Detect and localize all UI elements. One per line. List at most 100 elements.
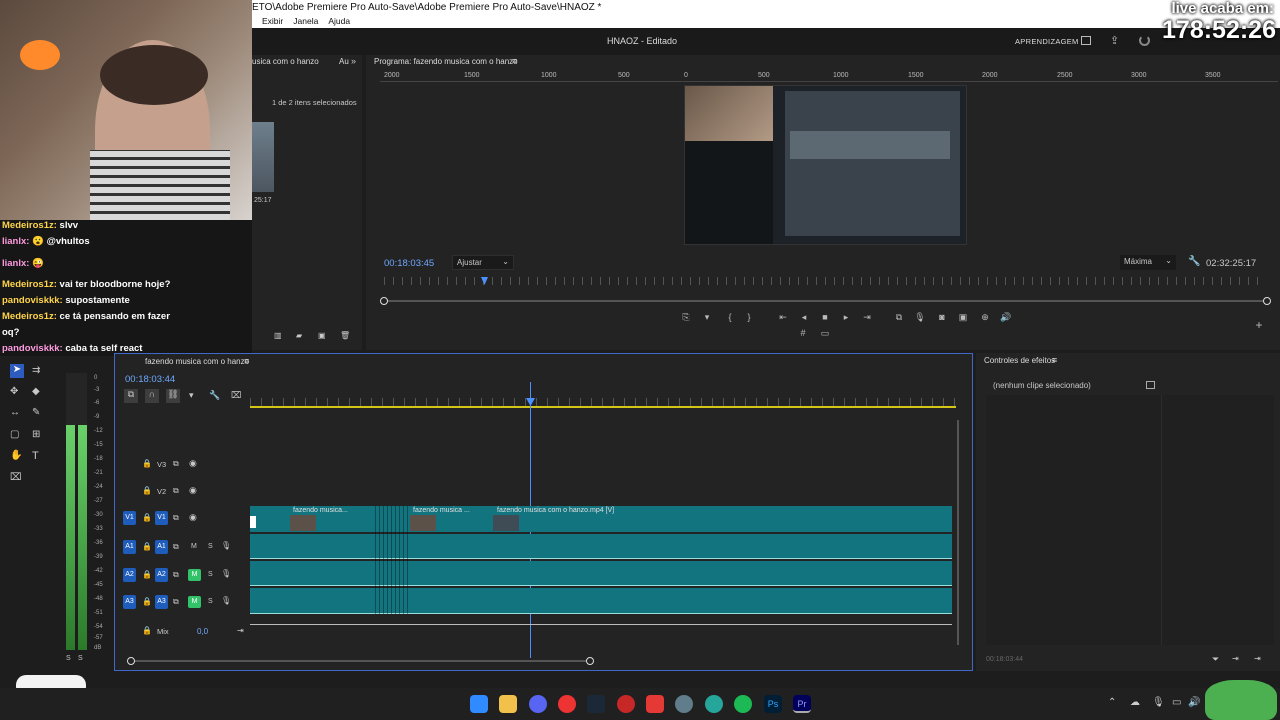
captions-icon[interactable]: ⌧ bbox=[231, 390, 241, 401]
horizontal-scrollbar[interactable] bbox=[131, 660, 591, 662]
lock-icon[interactable]: 🔒 bbox=[142, 597, 152, 606]
menu-icon[interactable]: ≡ bbox=[244, 356, 249, 366]
safe-margin-icon[interactable]: ▭ bbox=[818, 327, 832, 339]
menu-icon[interactable]: ≡ bbox=[1052, 355, 1057, 365]
sync-icon[interactable]: ⧉ bbox=[173, 570, 179, 580]
type-icon[interactable]: T bbox=[32, 450, 39, 462]
chevron-up-icon[interactable]: ⌃ bbox=[1108, 697, 1116, 708]
mute-a2-button[interactable]: M bbox=[188, 569, 201, 581]
source-a3-button[interactable]: A3 bbox=[123, 595, 136, 609]
razor-icon[interactable]: ◆ bbox=[32, 386, 40, 397]
mute-button[interactable]: M bbox=[191, 543, 197, 550]
crop-icon[interactable]: ⊞ bbox=[32, 429, 40, 440]
menu-ajuda[interactable]: Ajuda bbox=[328, 16, 350, 28]
sync-icon[interactable]: ⧉ bbox=[173, 459, 179, 469]
rectangle-icon[interactable]: ▢ bbox=[10, 429, 19, 440]
hscroll-handle-left[interactable] bbox=[127, 657, 135, 665]
sync-icon[interactable]: ⧉ bbox=[173, 486, 179, 496]
file-explorer-icon[interactable] bbox=[499, 695, 517, 713]
mark-out-icon[interactable]: } bbox=[742, 311, 756, 323]
source-a1-button[interactable]: A1 bbox=[123, 540, 136, 554]
effects-tab[interactable]: Controles de efeitos bbox=[984, 356, 1055, 365]
clip-thumbnail[interactable] bbox=[252, 122, 274, 192]
lift-icon[interactable]: ⎘ bbox=[679, 311, 693, 323]
wrench-icon[interactable]: 🔧 bbox=[209, 390, 220, 401]
step-back-icon[interactable]: ◂ bbox=[797, 311, 811, 323]
timeline-tab[interactable]: fazendo musica com o hanzo bbox=[145, 357, 249, 366]
photoshop-icon[interactable]: Ps bbox=[764, 695, 782, 713]
source-a2-button[interactable]: A2 bbox=[123, 568, 136, 582]
slip-icon[interactable]: ↔ bbox=[10, 407, 20, 418]
audio-clip-a2[interactable] bbox=[250, 561, 952, 586]
camera-icon[interactable]: ◙ bbox=[935, 311, 949, 323]
pen-icon[interactable]: ✎ bbox=[32, 407, 40, 418]
mute-a3-button[interactable]: M bbox=[188, 596, 201, 608]
hand-icon[interactable]: ✋ bbox=[10, 450, 22, 461]
grid-icon[interactable]: # bbox=[796, 327, 810, 339]
list-view-icon[interactable]: ▥ bbox=[274, 331, 282, 340]
folder-icon[interactable]: ▰ bbox=[296, 331, 302, 340]
audio-clip-a1[interactable] bbox=[250, 534, 952, 559]
scrollbar-handle-left[interactable] bbox=[380, 297, 388, 305]
zoom-scrollbar[interactable] bbox=[384, 300, 1264, 302]
selection-tool-icon[interactable]: ➤ bbox=[10, 364, 24, 378]
network-icon[interactable]: ▭ bbox=[1172, 697, 1181, 708]
go-to-out-icon[interactable]: ⇥ bbox=[860, 311, 874, 323]
sync-icon[interactable]: ⧉ bbox=[173, 542, 179, 552]
panel-toggle-icon[interactable] bbox=[1146, 381, 1155, 389]
go-to-in-icon[interactable]: ⇤ bbox=[776, 311, 790, 323]
fit-select[interactable]: Ajustar ⌄ bbox=[452, 255, 514, 270]
mic-icon[interactable]: 🎙 bbox=[221, 569, 231, 578]
eye-icon[interactable]: ◉ bbox=[189, 512, 197, 523]
edge-icon[interactable] bbox=[705, 695, 723, 713]
mix-value[interactable]: 0,0 bbox=[197, 627, 208, 636]
menu-janela[interactable]: Janela bbox=[293, 16, 318, 28]
quality-select[interactable]: Máxima ⌄ bbox=[1120, 255, 1176, 270]
nest-icon[interactable]: ⧉ bbox=[124, 389, 138, 403]
chrome-icon[interactable] bbox=[558, 695, 576, 713]
timeline-timecode[interactable]: 00:18:03:44 bbox=[125, 374, 175, 385]
share-icon[interactable]: ⇪ bbox=[1110, 34, 1119, 47]
mic-icon[interactable]: 🎙 bbox=[1152, 697, 1165, 708]
app-icon[interactable] bbox=[617, 695, 635, 713]
sync-icon[interactable]: ⧉ bbox=[173, 597, 179, 607]
audio-clip-a3[interactable] bbox=[250, 588, 952, 614]
lock-icon[interactable]: 🔒 bbox=[142, 513, 152, 522]
track-select-icon[interactable]: ⇉ bbox=[32, 365, 40, 376]
project-tab[interactable]: usica com o hanzo bbox=[252, 57, 319, 66]
mic-icon[interactable]: 🎙 bbox=[221, 541, 231, 550]
new-item-icon[interactable]: ▣ bbox=[318, 331, 326, 340]
voiceover-icon[interactable]: 🎙 bbox=[913, 311, 927, 323]
vr-icon[interactable]: ⊕ bbox=[978, 311, 992, 323]
mark-in-icon[interactable]: { bbox=[723, 311, 737, 323]
step-forward-icon[interactable]: ▸ bbox=[839, 311, 853, 323]
learn-button[interactable]: APRENDIZAGEM bbox=[1015, 37, 1079, 46]
lock-icon[interactable]: 🔒 bbox=[142, 459, 152, 468]
volume-icon[interactable]: 🔊 bbox=[999, 311, 1013, 323]
scrollbar-handle-right[interactable] bbox=[1263, 297, 1271, 305]
solo-button[interactable]: S bbox=[208, 571, 213, 578]
volume-icon[interactable]: 🔊 bbox=[1188, 697, 1200, 708]
add-button-icon[interactable]: + bbox=[1252, 319, 1266, 331]
marker-icon[interactable]: ▾ bbox=[700, 311, 714, 323]
solo-right[interactable]: S bbox=[78, 655, 83, 662]
track-v1-button[interactable]: V1 bbox=[155, 511, 168, 525]
workspace-icon[interactable] bbox=[1081, 36, 1091, 45]
sync-icon[interactable]: ⧉ bbox=[173, 513, 179, 523]
steam-icon[interactable] bbox=[587, 695, 605, 713]
chevron-right-icon[interactable]: » bbox=[351, 56, 356, 66]
program-timecode[interactable]: 00:18:03:45 bbox=[384, 258, 434, 269]
eye-icon[interactable]: ◉ bbox=[189, 458, 197, 469]
lock-icon[interactable]: 🔒 bbox=[142, 570, 152, 579]
stop-icon[interactable]: ■ bbox=[818, 311, 832, 323]
lock-icon[interactable]: 🔒 bbox=[142, 486, 152, 495]
export-icon[interactable]: ⇥ bbox=[1232, 654, 1239, 663]
wrench-icon[interactable]: 🔧 bbox=[1188, 256, 1200, 267]
track-a2-button[interactable]: A2 bbox=[155, 568, 168, 582]
linked-icon[interactable]: ⛓ bbox=[166, 389, 180, 403]
captions-icon[interactable]: ⌧ bbox=[10, 472, 22, 483]
go-to-end-icon[interactable]: ⇥ bbox=[237, 626, 244, 635]
compare-icon[interactable]: ▣ bbox=[956, 311, 970, 323]
mic-icon[interactable]: 🎙 bbox=[221, 596, 231, 605]
solo-button[interactable]: S bbox=[208, 598, 213, 605]
